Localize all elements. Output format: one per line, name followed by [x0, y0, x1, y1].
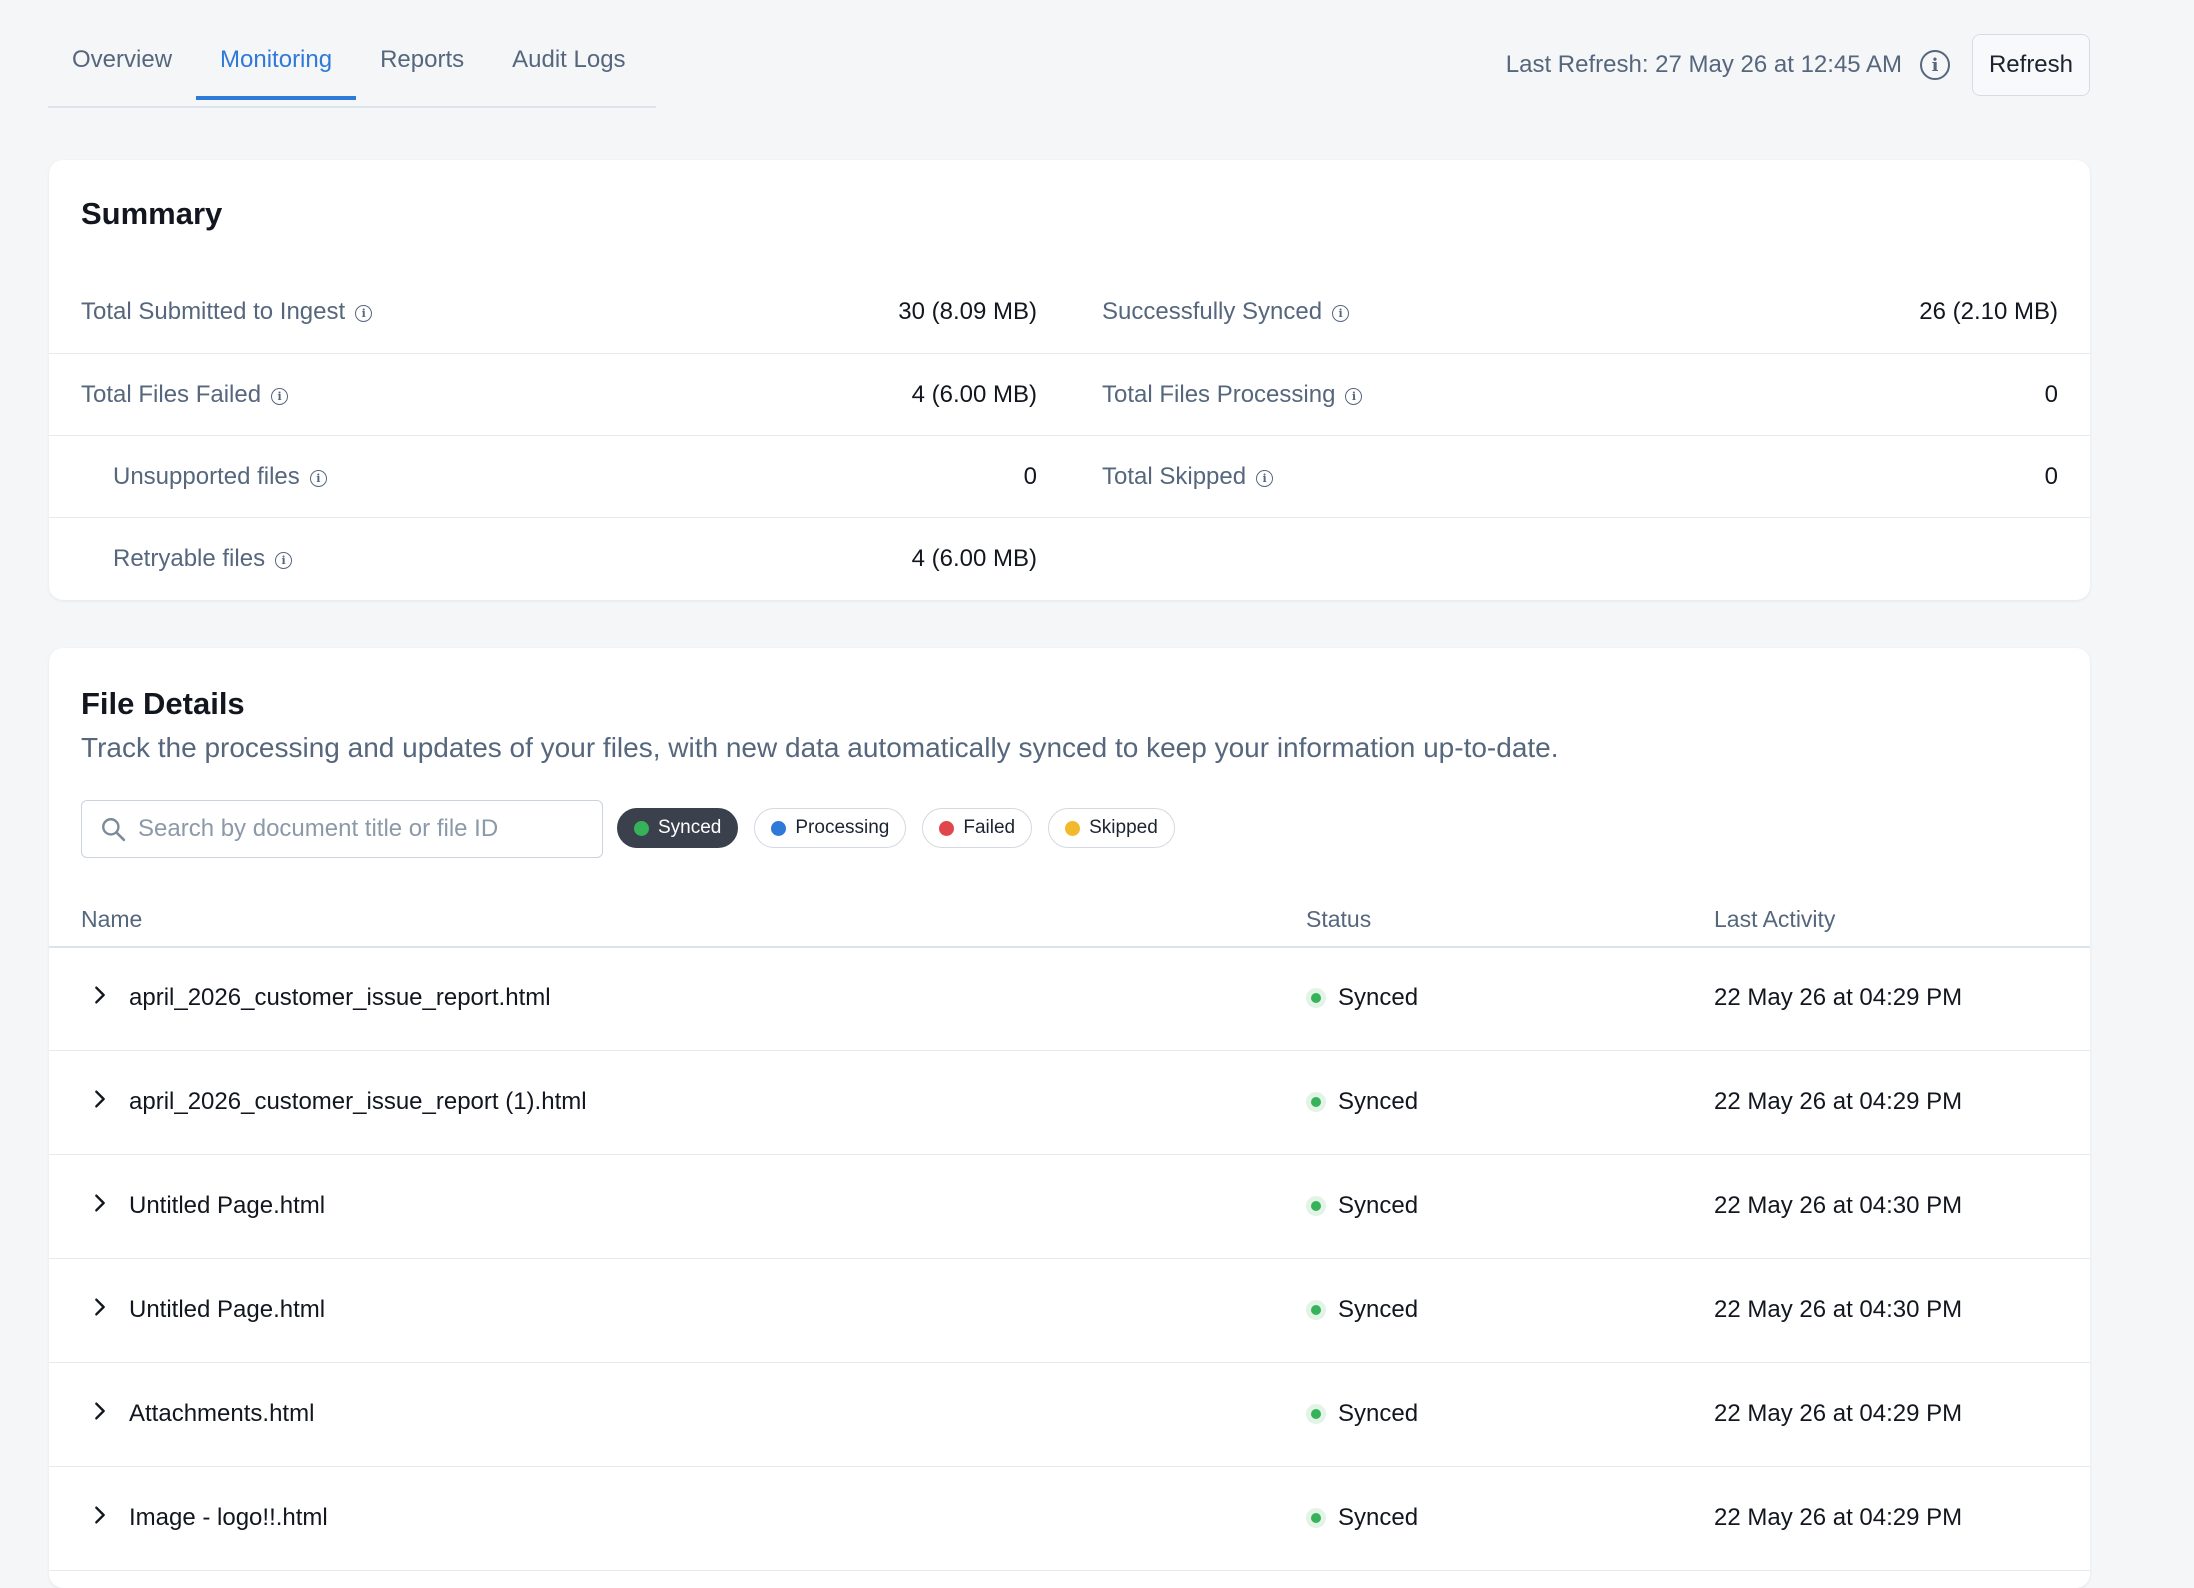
column-header-name[interactable]: Name: [81, 892, 142, 946]
status-cell: Synced: [1306, 1362, 1418, 1466]
summary-value: 4 (6.00 MB): [911, 545, 1037, 572]
summary-row: Total Submitted to Ingest i 30 (8.09 MB) …: [49, 271, 2090, 353]
summary-row: Retryable files i 4 (6.00 MB): [49, 518, 2090, 600]
status-dot: [939, 820, 955, 836]
summary-label: Total Files Failed i: [81, 381, 289, 409]
tab-audit-logs[interactable]: Audit Logs: [488, 22, 649, 98]
table-row[interactable]: april_2026_customer_issue_report.html Sy…: [49, 946, 2090, 1051]
summary-label: Total Files Processing i: [1102, 381, 1363, 409]
filter-failed[interactable]: Failed: [922, 808, 1033, 848]
file-name: Attachments.html: [129, 1400, 315, 1427]
status-dot: [1306, 988, 1326, 1008]
status-cell: Synced: [1306, 1154, 1418, 1258]
summary-value: 4 (6.00 MB): [911, 381, 1037, 408]
summary-value: 30 (8.09 MB): [898, 298, 1037, 325]
top-bar: Overview Monitoring Reports Audit Logs L…: [48, 30, 2090, 108]
info-icon[interactable]: i: [1345, 387, 1363, 405]
summary-label: Unsupported files i: [113, 463, 327, 491]
status-cell: Synced: [1306, 1258, 1418, 1362]
info-icon[interactable]: i: [309, 469, 327, 487]
table-header: Name Status Last Activity: [49, 892, 2090, 948]
tab-reports[interactable]: Reports: [356, 22, 488, 98]
column-header-status[interactable]: Status: [1306, 892, 1371, 946]
info-icon[interactable]: i: [1256, 469, 1274, 487]
table-row[interactable]: april_2026_customer_issue_report (1).htm…: [49, 1050, 2090, 1155]
info-icon[interactable]: i: [271, 387, 289, 405]
table-row[interactable]: Image - logo!!.html Synced 22 May 26 at …: [49, 1466, 2090, 1571]
table-row[interactable]: Untitled Page.html Synced 22 May 26 at 0…: [49, 1154, 2090, 1259]
file-name: april_2026_customer_issue_report.html: [129, 984, 551, 1011]
status-dot: [1306, 1404, 1326, 1424]
file-details-title: File Details: [81, 686, 245, 721]
column-header-last-activity[interactable]: Last Activity: [1714, 892, 1835, 946]
status-dot: [1306, 1300, 1326, 1320]
file-details-description: Track the processing and updates of your…: [81, 732, 1559, 763]
summary-label: Retryable files i: [113, 545, 293, 573]
summary-value: 0: [2044, 381, 2058, 408]
chevron-right-icon[interactable]: [89, 1296, 111, 1318]
summary-card: Summary Total Submitted to Ingest i 30 (8…: [49, 160, 2090, 600]
last-activity: 22 May 26 at 04:29 PM: [1714, 984, 1963, 1011]
last-activity: 22 May 26 at 04:30 PM: [1714, 1296, 1963, 1323]
last-refresh-text: Last Refresh: 27 May 26 at 12:45 AM: [1505, 51, 1902, 78]
file-details-card: File Details Track the processing and up…: [49, 648, 2090, 1588]
chevron-right-icon[interactable]: [89, 1400, 111, 1422]
tab-monitoring[interactable]: Monitoring: [196, 22, 357, 100]
filter-synced[interactable]: Synced: [617, 808, 739, 848]
info-icon[interactable]: i: [275, 551, 293, 569]
info-icon[interactable]: i: [355, 304, 373, 322]
last-activity: 22 May 26 at 04:29 PM: [1714, 1504, 1963, 1531]
refresh-button[interactable]: Refresh: [1972, 34, 2090, 96]
last-activity: 22 May 26 at 04:29 PM: [1714, 1400, 1963, 1427]
tab-overview[interactable]: Overview: [48, 22, 196, 98]
last-activity: 22 May 26 at 04:29 PM: [1714, 1088, 1963, 1115]
search-box: [81, 800, 603, 858]
info-icon[interactable]: i: [1332, 304, 1350, 322]
status-filters: Synced Processing Failed Skipped: [617, 808, 1175, 848]
file-name: april_2026_customer_issue_report (1).htm…: [129, 1088, 587, 1115]
chevron-right-icon[interactable]: [89, 984, 111, 1006]
summary-value: 26 (2.10 MB): [1919, 298, 2058, 325]
filter-skipped[interactable]: Skipped: [1048, 808, 1175, 848]
file-name: Image - logo!!.html: [129, 1504, 328, 1531]
refresh-area: Last Refresh: 27 May 26 at 12:45 AM i Re…: [1506, 34, 2090, 96]
status-dot: [1306, 1508, 1326, 1528]
summary-row: Total Files Failed i 4 (6.00 MB) Total Fi…: [49, 354, 2090, 436]
search-input[interactable]: [136, 801, 590, 857]
status-dot: [1306, 1196, 1326, 1216]
search-icon: [102, 818, 126, 842]
summary-title: Summary: [81, 196, 223, 231]
status-cell: Synced: [1306, 1050, 1418, 1154]
filter-processing[interactable]: Processing: [754, 808, 907, 848]
file-name: Untitled Page.html: [129, 1296, 326, 1323]
status-cell: Synced: [1306, 1466, 1418, 1570]
tab-bar: Overview Monitoring Reports Audit Logs: [48, 30, 656, 108]
chevron-right-icon[interactable]: [89, 1192, 111, 1214]
summary-label: Total Skipped i: [1102, 463, 1274, 491]
table-row[interactable]: Attachments.html Synced 22 May 26 at 04:…: [49, 1362, 2090, 1467]
summary-value: 0: [1023, 463, 1037, 490]
summary-label: Successfully Synced i: [1102, 298, 1350, 326]
summary-value: 0: [2044, 463, 2058, 490]
table-row[interactable]: Untitled Page.html Synced 22 May 26 at 0…: [49, 1258, 2090, 1363]
status-dot: [771, 820, 787, 836]
summary-label: Total Submitted to Ingest i: [81, 298, 373, 326]
chevron-right-icon[interactable]: [89, 1504, 111, 1526]
last-activity: 22 May 26 at 04:30 PM: [1714, 1192, 1963, 1219]
status-cell: Synced: [1306, 946, 1418, 1050]
file-name: Untitled Page.html: [129, 1192, 326, 1219]
status-dot: [1306, 1092, 1326, 1112]
summary-row: Unsupported files i 0 Total Skipped i 0: [49, 436, 2090, 518]
info-icon[interactable]: i: [1920, 50, 1950, 80]
chevron-right-icon[interactable]: [89, 1088, 111, 1110]
status-dot: [634, 820, 649, 836]
status-dot: [1065, 820, 1081, 836]
